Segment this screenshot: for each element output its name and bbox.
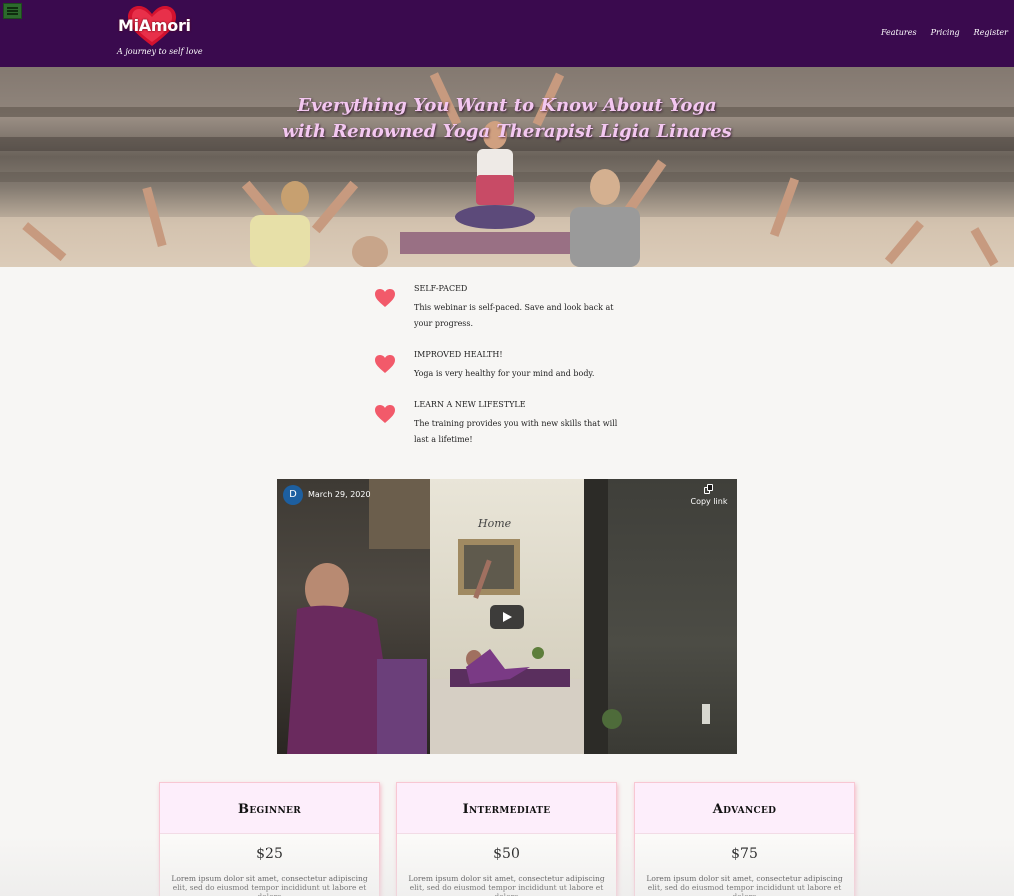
heart-icon (375, 289, 395, 307)
brand-name: MiAmori (118, 16, 191, 35)
video-date: March 29, 2020 (308, 490, 371, 499)
copy-link-button[interactable]: Copy link (687, 484, 731, 506)
pricing-plan-name: Intermediate (397, 783, 616, 834)
pricing-plan-price: $50 (493, 846, 520, 862)
nav-link-register[interactable]: Register (974, 28, 1008, 37)
hero-title-line-2: with Renowned Yoga Therapist Ligia Linar… (282, 121, 732, 142)
pricing-plan-description: Lorem ipsum dolor sit amet, consectetur … (408, 874, 605, 896)
video-player[interactable]: Home D March 29, 2020 Copy link (277, 479, 737, 754)
feature-description: Yoga is very healthy for your mind and b… (414, 369, 595, 378)
pricing-plan-price: $25 (256, 846, 283, 862)
hero-title-line-1: Everything You Want to Know About Yoga (297, 95, 717, 116)
copy-link-icon (704, 484, 714, 495)
brand-tagline: A journey to self love (117, 47, 203, 56)
nav-link-pricing[interactable]: Pricing (931, 28, 960, 37)
feature-description: This webinar is self-paced. Save and loo… (414, 303, 614, 328)
svg-text:Home: Home (477, 517, 512, 530)
video-frame-left (277, 479, 430, 754)
pricing-plan-price: $75 (731, 846, 758, 862)
pricing-plan-description: Lorem ipsum dolor sit amet, consectetur … (171, 874, 368, 896)
nav-link-features[interactable]: Features (881, 28, 917, 37)
heart-icon (375, 355, 395, 373)
hero-title: Everything You Want to Know About Yoga w… (0, 93, 1014, 145)
pricing-plan-name: Advanced (635, 783, 854, 834)
top-navbar: MiAmori A journey to self love Features … (0, 0, 1014, 67)
heart-icon (375, 405, 395, 423)
pricing-card-beginner: Beginner $25 Lorem ipsum dolor sit amet,… (159, 782, 380, 896)
feature-description: The training provides you with new skill… (414, 419, 618, 444)
feature-title: SELF-PACED (414, 284, 468, 293)
pricing-plan-description: Lorem ipsum dolor sit amet, consectetur … (646, 874, 843, 896)
pricing-card-advanced: Advanced $75 Lorem ipsum dolor sit amet,… (634, 782, 855, 896)
pricing-card-intermediate: Intermediate $50 Lorem ipsum dolor sit a… (396, 782, 617, 896)
copy-link-label: Copy link (690, 497, 728, 506)
feature-title: IMPROVED HEALTH! (414, 350, 503, 359)
pricing-plan-name: Beginner (160, 783, 379, 834)
video-frame-right (584, 479, 737, 754)
channel-avatar[interactable]: D (283, 485, 303, 505)
play-button[interactable] (490, 605, 524, 629)
hamburger-menu-icon[interactable] (3, 3, 22, 19)
feature-title: LEARN A NEW LIFESTYLE (414, 400, 526, 409)
hero-banner: Everything You Want to Know About Yoga w… (0, 67, 1014, 267)
nav-links: Features Pricing Register (881, 28, 1008, 37)
